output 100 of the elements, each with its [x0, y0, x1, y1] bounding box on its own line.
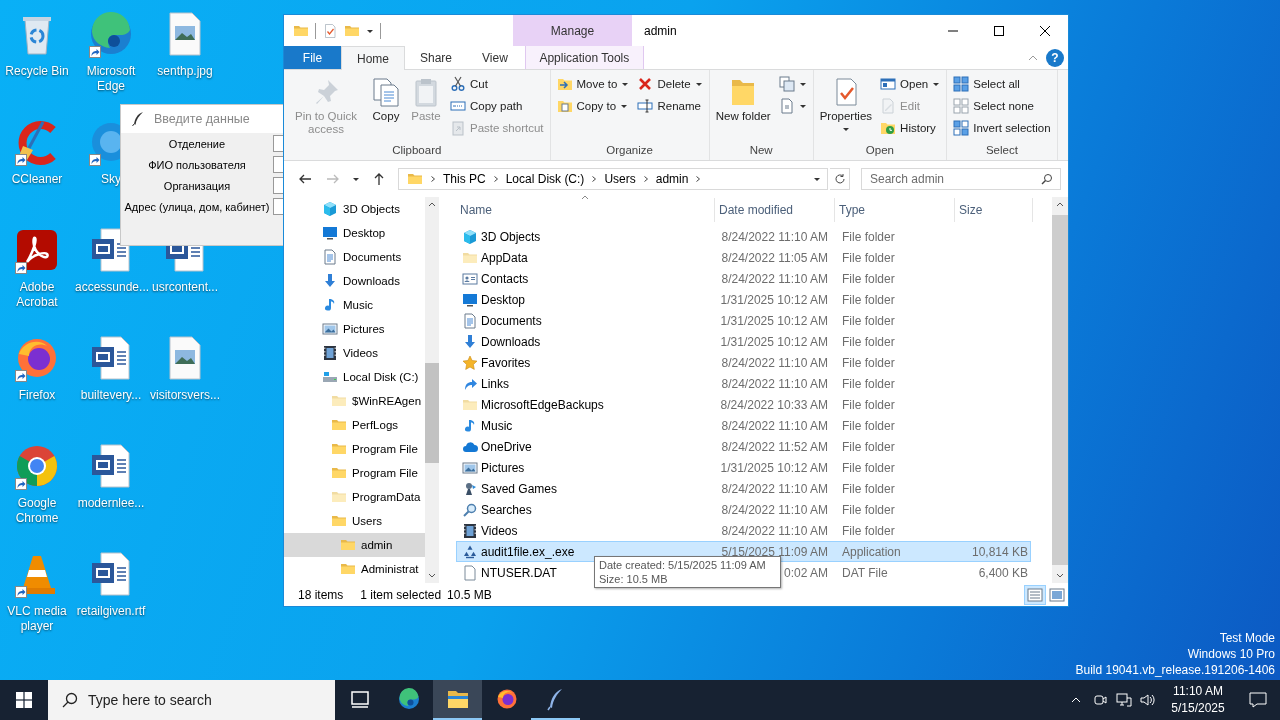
- rename-icon: [637, 98, 654, 114]
- breadcrumb[interactable]: admin: [655, 172, 689, 186]
- scroll-up-icon[interactable]: [1056, 201, 1064, 207]
- context-header: Manage: [513, 15, 632, 46]
- taskbar-button[interactable]: [433, 680, 482, 720]
- file-name[interactable]: OneDrive: [481, 439, 532, 454]
- scrollbar[interactable]: [425, 197, 439, 583]
- file-name[interactable]: Desktop: [481, 292, 526, 307]
- picture-icon: [322, 321, 338, 337]
- nav-item[interactable]: ProgramData: [284, 485, 425, 509]
- file-name[interactable]: Contacts: [481, 271, 529, 286]
- scroll-up-icon[interactable]: [428, 201, 436, 207]
- table-cell-text: 1/31/2025 10:12 AM: [719, 460, 829, 475]
- ribbon-button[interactable]: Open: [877, 73, 944, 95]
- scroll-down-icon[interactable]: [428, 573, 436, 579]
- ribbon-button[interactable]: Properties: [816, 73, 876, 136]
- column-header[interactable]: Date modified: [715, 198, 835, 222]
- file-name[interactable]: Pictures: [481, 460, 525, 475]
- clock[interactable]: 11:10 AM 5/15/2025: [1160, 680, 1236, 720]
- file-name[interactable]: Favorites: [481, 355, 531, 370]
- scroll-down-icon[interactable]: [1056, 573, 1064, 579]
- system-notice: Build 19041.vb_release.191206-1406: [1075, 662, 1275, 678]
- nav-item[interactable]: admin: [284, 533, 425, 557]
- ribbon-tab[interactable]: View: [467, 46, 523, 69]
- tooltip-text: Size: 10.5 MB: [599, 572, 668, 586]
- file-name[interactable]: Documents: [481, 313, 542, 328]
- copy-icon: [370, 76, 402, 108]
- help-button[interactable]: ?: [1046, 48, 1064, 67]
- input-field[interactable]: [273, 177, 283, 194]
- ribbon-button[interactable]: History: [877, 117, 944, 139]
- document-icon: [322, 249, 338, 265]
- input-field[interactable]: [273, 135, 283, 152]
- file-name[interactable]: Downloads: [481, 334, 541, 349]
- file-name[interactable]: 3D Objects: [481, 229, 541, 244]
- nav-item[interactable]: Videos: [284, 341, 425, 365]
- nav-item[interactable]: Local Disk (C:): [284, 365, 425, 389]
- file-name[interactable]: Saved Games: [481, 481, 558, 496]
- table-cell-text: DAT File: [841, 565, 889, 580]
- column-header[interactable]: Size: [955, 198, 1033, 222]
- file-name[interactable]: audit1file.ex_.exe: [481, 544, 575, 559]
- folder-icon: [407, 171, 423, 187]
- nav-item[interactable]: Music: [284, 293, 425, 317]
- file-name[interactable]: MicrosoftEdgeBackups: [481, 397, 604, 412]
- ribbon-button[interactable]: Copy path: [447, 95, 547, 117]
- ribbon-tab[interactable]: File: [284, 46, 341, 69]
- breadcrumb[interactable]: Local Disk (C:): [505, 172, 585, 186]
- table-cell-text: 5/15/2025 11:09 AM: [720, 544, 829, 559]
- search-field[interactable]: Search admin: [861, 168, 1061, 190]
- file-name[interactable]: Links: [481, 376, 509, 391]
- ribbon-button[interactable]: Cut: [447, 73, 547, 95]
- ribbon-button[interactable]: Invert selection: [950, 117, 1054, 139]
- table-cell-text: File folder: [841, 502, 896, 517]
- ribbon-button[interactable]: New folder: [712, 73, 774, 126]
- chevron-icon: [590, 175, 599, 183]
- nav-item[interactable]: Pictures: [284, 317, 425, 341]
- ribbon-button[interactable]: Copy: [367, 73, 405, 126]
- file-name[interactable]: Music: [481, 418, 513, 433]
- file-name[interactable]: AppData: [481, 250, 528, 265]
- system-notice: Windows 10 Pro: [1187, 646, 1275, 662]
- nav-item[interactable]: Users: [284, 509, 425, 533]
- caret-icon: [620, 102, 629, 110]
- ribbon-button[interactable]: Select none: [950, 95, 1054, 117]
- nav-item[interactable]: Program File: [284, 437, 425, 461]
- column-header[interactable]: Name: [456, 198, 715, 222]
- nav-item[interactable]: 3D Objects: [284, 197, 425, 221]
- input-field[interactable]: [273, 156, 283, 173]
- input-field[interactable]: [273, 198, 283, 215]
- nav-item[interactable]: Downloads: [284, 269, 425, 293]
- ribbon-tab[interactable]: Home: [341, 46, 405, 70]
- status-text: 10.5 MB: [447, 587, 492, 602]
- ribbon-tab[interactable]: Application Tools: [524, 46, 644, 69]
- ribbon-button[interactable]: Rename: [634, 95, 706, 117]
- address-bar[interactable]: This PC Local Disk (C:) Users admin: [398, 168, 828, 190]
- file-name[interactable]: Searches: [481, 502, 532, 517]
- scrollbar-thumb[interactable]: [425, 363, 439, 463]
- ribbon-tab[interactable]: Share: [405, 46, 468, 69]
- folder-icon: [340, 537, 356, 553]
- ribbon-button[interactable]: Delete: [634, 73, 706, 95]
- search-field[interactable]: Type here to search: [48, 680, 335, 720]
- nav-item[interactable]: Documents: [284, 245, 425, 269]
- nav-item[interactable]: PerfLogs: [284, 413, 425, 437]
- column-header[interactable]: Type: [835, 198, 955, 222]
- refresh-button[interactable]: [830, 168, 850, 190]
- nav-item[interactable]: Desktop: [284, 221, 425, 245]
- ribbon-button[interactable]: Copy to: [553, 95, 633, 117]
- table-cell-text: Application: [841, 544, 902, 559]
- ribbon-button[interactable]: Select all: [950, 73, 1054, 95]
- cube-icon: [462, 228, 478, 245]
- file-name[interactable]: NTUSER.DAT: [481, 565, 557, 580]
- breadcrumb[interactable]: Users: [604, 172, 636, 186]
- caret-icon: [841, 125, 850, 133]
- table-cell-text: 1/31/2025 10:12 AM: [719, 292, 829, 307]
- file-name[interactable]: Videos: [481, 523, 518, 538]
- details-view-icon: [1027, 586, 1043, 603]
- nav-item[interactable]: Administrat: [284, 557, 425, 581]
- caret-icon: [798, 102, 807, 110]
- ribbon-button[interactable]: Move to: [553, 73, 633, 95]
- breadcrumb[interactable]: This PC: [443, 172, 486, 186]
- nav-item[interactable]: Program File: [284, 461, 425, 485]
- nav-item[interactable]: $WinREAgen: [284, 389, 425, 413]
